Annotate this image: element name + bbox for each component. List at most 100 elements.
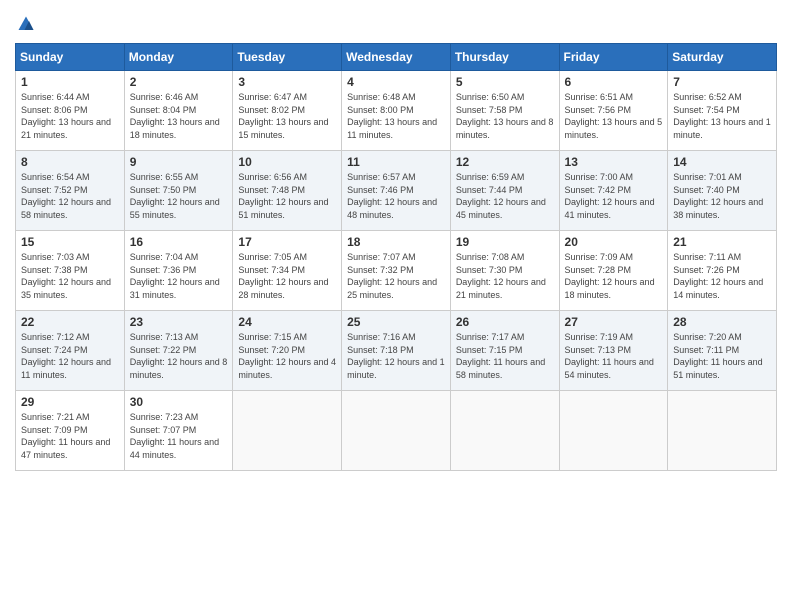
day-number: 1 [21, 75, 119, 89]
week-row-3: 15 Sunrise: 7:03 AM Sunset: 7:38 PM Dayl… [16, 231, 777, 311]
day-info: Sunrise: 7:11 AM Sunset: 7:26 PM Dayligh… [673, 252, 763, 300]
day-number: 19 [456, 235, 554, 249]
day-number: 6 [565, 75, 663, 89]
day-number: 26 [456, 315, 554, 329]
day-info: Sunrise: 7:08 AM Sunset: 7:30 PM Dayligh… [456, 252, 546, 300]
day-number: 27 [565, 315, 663, 329]
day-info: Sunrise: 6:54 AM Sunset: 7:52 PM Dayligh… [21, 172, 111, 220]
day-info: Sunrise: 6:52 AM Sunset: 7:54 PM Dayligh… [673, 92, 771, 140]
calendar-table: SundayMondayTuesdayWednesdayThursdayFrid… [15, 43, 777, 471]
weekday-header-tuesday: Tuesday [233, 44, 342, 71]
day-info: Sunrise: 6:57 AM Sunset: 7:46 PM Dayligh… [347, 172, 437, 220]
day-number: 16 [130, 235, 228, 249]
day-number: 9 [130, 155, 228, 169]
calendar-cell: 15 Sunrise: 7:03 AM Sunset: 7:38 PM Dayl… [16, 231, 125, 311]
logo-icon [17, 15, 35, 33]
calendar-cell: 2 Sunrise: 6:46 AM Sunset: 8:04 PM Dayli… [124, 71, 233, 151]
calendar-cell: 24 Sunrise: 7:15 AM Sunset: 7:20 PM Dayl… [233, 311, 342, 391]
day-info: Sunrise: 7:01 AM Sunset: 7:40 PM Dayligh… [673, 172, 763, 220]
calendar-cell: 18 Sunrise: 7:07 AM Sunset: 7:32 PM Dayl… [342, 231, 451, 311]
day-info: Sunrise: 6:47 AM Sunset: 8:02 PM Dayligh… [238, 92, 328, 140]
calendar-cell: 12 Sunrise: 6:59 AM Sunset: 7:44 PM Dayl… [450, 151, 559, 231]
day-number: 21 [673, 235, 771, 249]
day-number: 7 [673, 75, 771, 89]
day-info: Sunrise: 6:44 AM Sunset: 8:06 PM Dayligh… [21, 92, 111, 140]
day-number: 18 [347, 235, 445, 249]
day-info: Sunrise: 7:20 AM Sunset: 7:11 PM Dayligh… [673, 332, 762, 380]
weekday-header-wednesday: Wednesday [342, 44, 451, 71]
calendar-cell: 7 Sunrise: 6:52 AM Sunset: 7:54 PM Dayli… [668, 71, 777, 151]
weekday-header-monday: Monday [124, 44, 233, 71]
day-number: 3 [238, 75, 336, 89]
day-info: Sunrise: 6:59 AM Sunset: 7:44 PM Dayligh… [456, 172, 546, 220]
weekday-header-saturday: Saturday [668, 44, 777, 71]
day-number: 22 [21, 315, 119, 329]
day-info: Sunrise: 7:05 AM Sunset: 7:34 PM Dayligh… [238, 252, 328, 300]
calendar-cell: 6 Sunrise: 6:51 AM Sunset: 7:56 PM Dayli… [559, 71, 668, 151]
calendar-cell: 13 Sunrise: 7:00 AM Sunset: 7:42 PM Dayl… [559, 151, 668, 231]
day-number: 11 [347, 155, 445, 169]
day-number: 14 [673, 155, 771, 169]
weekday-header-thursday: Thursday [450, 44, 559, 71]
day-number: 30 [130, 395, 228, 409]
day-number: 24 [238, 315, 336, 329]
calendar-cell: 4 Sunrise: 6:48 AM Sunset: 8:00 PM Dayli… [342, 71, 451, 151]
calendar-cell: 20 Sunrise: 7:09 AM Sunset: 7:28 PM Dayl… [559, 231, 668, 311]
day-info: Sunrise: 7:00 AM Sunset: 7:42 PM Dayligh… [565, 172, 655, 220]
day-info: Sunrise: 7:15 AM Sunset: 7:20 PM Dayligh… [238, 332, 336, 380]
week-row-1: 1 Sunrise: 6:44 AM Sunset: 8:06 PM Dayli… [16, 71, 777, 151]
calendar-cell: 5 Sunrise: 6:50 AM Sunset: 7:58 PM Dayli… [450, 71, 559, 151]
day-info: Sunrise: 7:04 AM Sunset: 7:36 PM Dayligh… [130, 252, 220, 300]
calendar-cell: 3 Sunrise: 6:47 AM Sunset: 8:02 PM Dayli… [233, 71, 342, 151]
week-row-4: 22 Sunrise: 7:12 AM Sunset: 7:24 PM Dayl… [16, 311, 777, 391]
calendar-cell: 11 Sunrise: 6:57 AM Sunset: 7:46 PM Dayl… [342, 151, 451, 231]
day-info: Sunrise: 6:51 AM Sunset: 7:56 PM Dayligh… [565, 92, 663, 140]
day-info: Sunrise: 7:19 AM Sunset: 7:13 PM Dayligh… [565, 332, 654, 380]
day-number: 15 [21, 235, 119, 249]
day-info: Sunrise: 6:46 AM Sunset: 8:04 PM Dayligh… [130, 92, 220, 140]
weekday-header-friday: Friday [559, 44, 668, 71]
calendar-cell [668, 391, 777, 471]
calendar-cell [342, 391, 451, 471]
day-number: 25 [347, 315, 445, 329]
week-row-2: 8 Sunrise: 6:54 AM Sunset: 7:52 PM Dayli… [16, 151, 777, 231]
calendar-cell: 14 Sunrise: 7:01 AM Sunset: 7:40 PM Dayl… [668, 151, 777, 231]
calendar-cell: 1 Sunrise: 6:44 AM Sunset: 8:06 PM Dayli… [16, 71, 125, 151]
calendar-cell: 30 Sunrise: 7:23 AM Sunset: 7:07 PM Dayl… [124, 391, 233, 471]
header [15, 15, 777, 33]
title-area [115, 15, 777, 17]
day-info: Sunrise: 7:07 AM Sunset: 7:32 PM Dayligh… [347, 252, 437, 300]
calendar-cell [450, 391, 559, 471]
day-number: 20 [565, 235, 663, 249]
day-number: 12 [456, 155, 554, 169]
calendar-cell: 16 Sunrise: 7:04 AM Sunset: 7:36 PM Dayl… [124, 231, 233, 311]
day-info: Sunrise: 6:56 AM Sunset: 7:48 PM Dayligh… [238, 172, 328, 220]
calendar-cell: 10 Sunrise: 6:56 AM Sunset: 7:48 PM Dayl… [233, 151, 342, 231]
day-number: 2 [130, 75, 228, 89]
day-info: Sunrise: 7:12 AM Sunset: 7:24 PM Dayligh… [21, 332, 111, 380]
calendar-cell: 28 Sunrise: 7:20 AM Sunset: 7:11 PM Dayl… [668, 311, 777, 391]
day-number: 23 [130, 315, 228, 329]
day-info: Sunrise: 6:48 AM Sunset: 8:00 PM Dayligh… [347, 92, 437, 140]
day-number: 8 [21, 155, 119, 169]
day-info: Sunrise: 7:23 AM Sunset: 7:07 PM Dayligh… [130, 412, 219, 460]
day-info: Sunrise: 7:17 AM Sunset: 7:15 PM Dayligh… [456, 332, 545, 380]
day-info: Sunrise: 7:21 AM Sunset: 7:09 PM Dayligh… [21, 412, 110, 460]
day-number: 28 [673, 315, 771, 329]
calendar-cell: 22 Sunrise: 7:12 AM Sunset: 7:24 PM Dayl… [16, 311, 125, 391]
page-container: SundayMondayTuesdayWednesdayThursdayFrid… [15, 15, 777, 471]
calendar-cell [233, 391, 342, 471]
logo [15, 15, 95, 33]
day-number: 13 [565, 155, 663, 169]
week-row-5: 29 Sunrise: 7:21 AM Sunset: 7:09 PM Dayl… [16, 391, 777, 471]
day-number: 5 [456, 75, 554, 89]
calendar-cell: 17 Sunrise: 7:05 AM Sunset: 7:34 PM Dayl… [233, 231, 342, 311]
day-info: Sunrise: 6:50 AM Sunset: 7:58 PM Dayligh… [456, 92, 554, 140]
calendar-cell: 21 Sunrise: 7:11 AM Sunset: 7:26 PM Dayl… [668, 231, 777, 311]
calendar-cell: 25 Sunrise: 7:16 AM Sunset: 7:18 PM Dayl… [342, 311, 451, 391]
day-number: 10 [238, 155, 336, 169]
day-info: Sunrise: 7:13 AM Sunset: 7:22 PM Dayligh… [130, 332, 228, 380]
day-number: 29 [21, 395, 119, 409]
calendar-cell: 19 Sunrise: 7:08 AM Sunset: 7:30 PM Dayl… [450, 231, 559, 311]
day-info: Sunrise: 6:55 AM Sunset: 7:50 PM Dayligh… [130, 172, 220, 220]
